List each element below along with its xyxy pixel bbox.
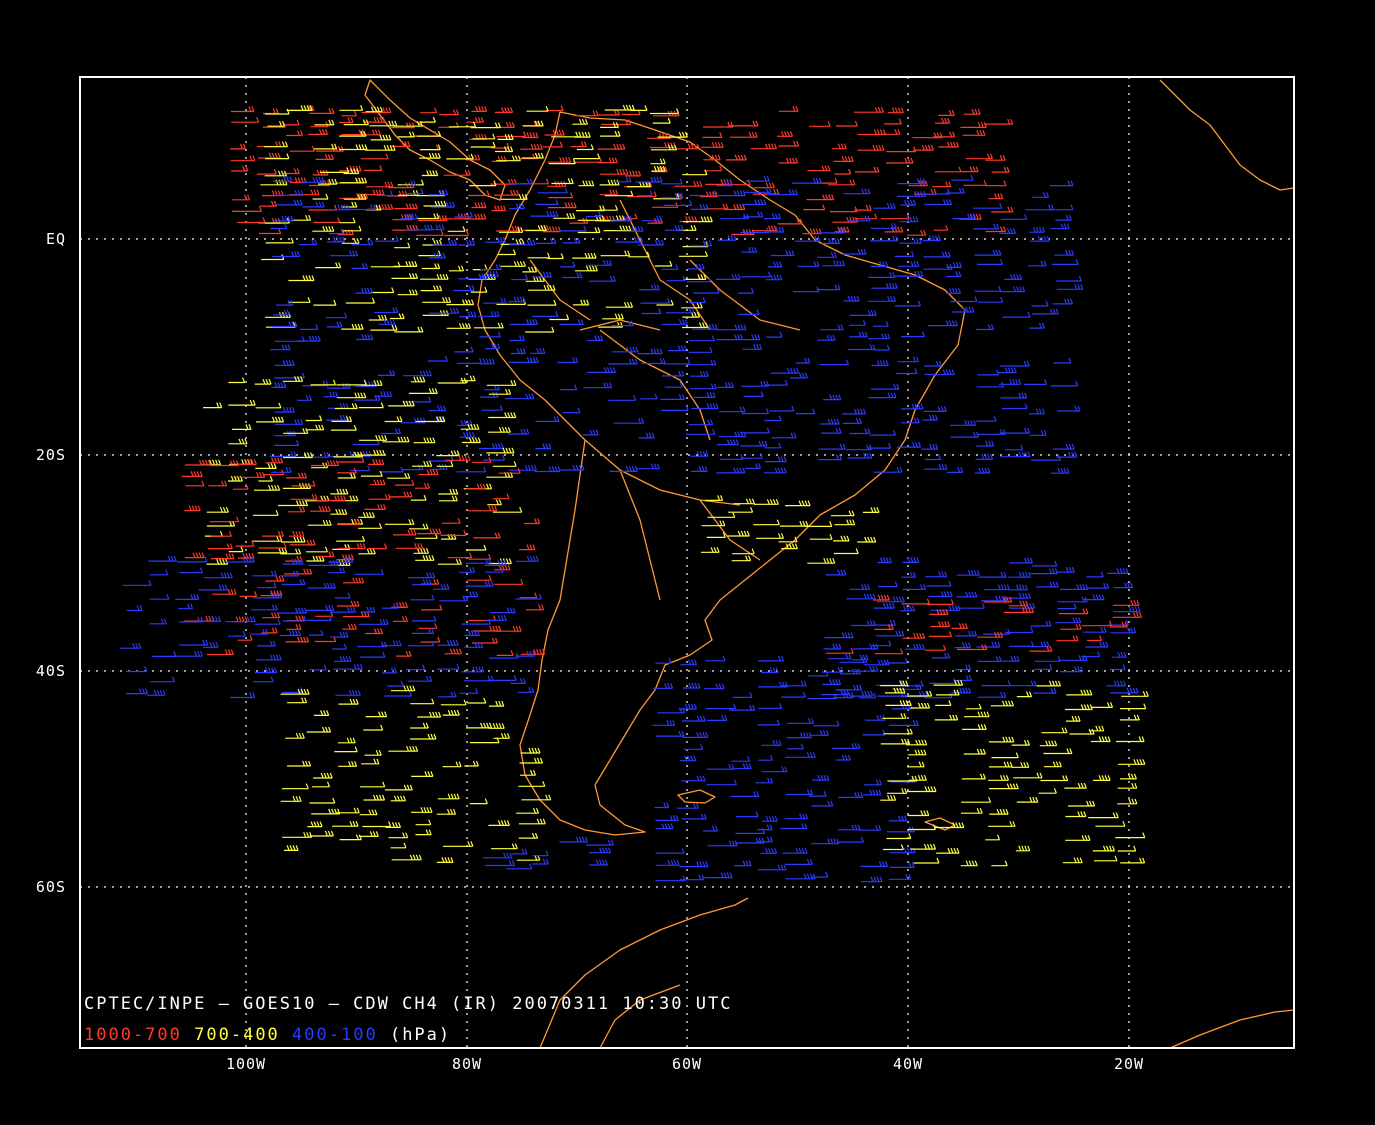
lon-label-100w: 100W (226, 1055, 266, 1073)
legend-gap-1 (182, 1025, 194, 1045)
lon-label-40w: 40W (893, 1055, 923, 1073)
lon-label-60w: 60W (672, 1055, 702, 1073)
legend-line: 1000-700 700-400 400-100 (hPa) (84, 1025, 451, 1045)
legend-unit: (hPa) (390, 1025, 451, 1045)
lon-label-80w: 80W (452, 1055, 482, 1073)
lat-label-40s: 40S (36, 662, 66, 680)
legend-mid-level: 700-400 (194, 1025, 280, 1045)
legend-gap-3 (378, 1025, 390, 1045)
lat-label-60s: 60S (36, 878, 66, 896)
map-caption: CPTEC/INPE — GOES10 — CDW CH4 (IR) 20070… (84, 994, 732, 1014)
legend-high-level: 400-100 (292, 1025, 378, 1045)
lon-label-20w: 20W (1114, 1055, 1144, 1073)
legend-low-level: 1000-700 (84, 1025, 182, 1045)
lat-label-20s: 20S (36, 446, 66, 464)
wind-map: EQ 20S 40S 60S 100W 80W 60W 40W 20W CPTE… (0, 0, 1375, 1125)
lat-label-eq: EQ (46, 230, 66, 248)
legend-gap-2 (280, 1025, 292, 1045)
